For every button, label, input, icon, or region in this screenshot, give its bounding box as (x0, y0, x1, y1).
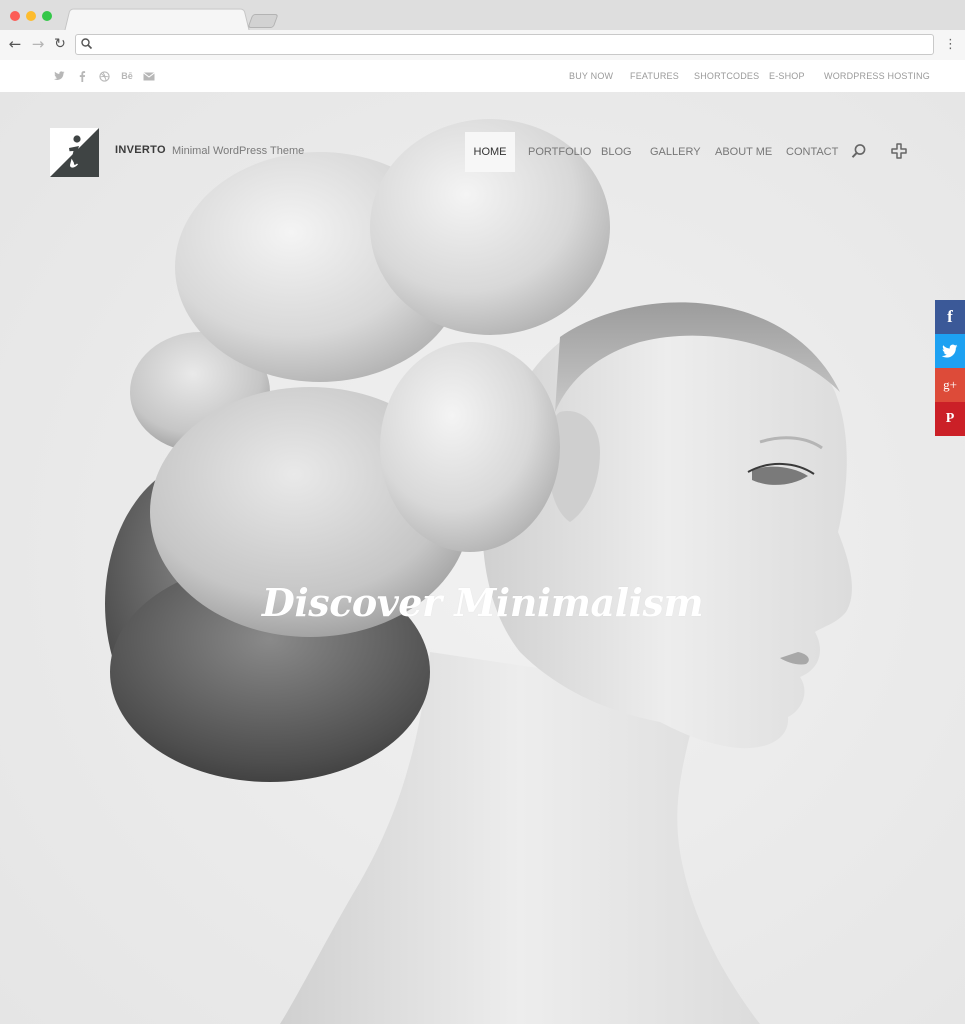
hero-image (0, 92, 965, 1024)
google-plus-icon: g+ (943, 377, 957, 392)
top-utility-bar: Bē BUY NOW FEATURES SHORTCODES E-SHOP WO… (0, 60, 965, 92)
nav-item-portfolio[interactable]: PORTFOLIO (528, 132, 591, 172)
search-icon[interactable] (850, 142, 868, 160)
hero-headline: Discover Minimalism (261, 580, 704, 625)
pinterest-icon: P (945, 411, 955, 426)
search-icon (81, 38, 93, 50)
reload-icon[interactable]: ↻ (51, 35, 69, 53)
mail-icon[interactable] (142, 60, 156, 92)
top-link-buy-now[interactable]: BUY NOW (569, 60, 613, 92)
facebook-icon: f (947, 307, 953, 326)
share-google-plus-button[interactable]: g+ (935, 368, 965, 402)
maximize-window-button[interactable] (42, 11, 52, 21)
nav-item-contact[interactable]: CONTACT (786, 132, 838, 172)
twitter-icon (941, 344, 958, 357)
share-twitter-button[interactable] (935, 334, 965, 368)
top-link-features[interactable]: FEATURES (630, 60, 679, 92)
tab-strip (0, 0, 965, 32)
site-tagline: Minimal WordPress Theme (172, 145, 305, 157)
top-link-wordpress-hosting[interactable]: WORDPRESS HOSTING (824, 60, 930, 92)
back-arrow-icon[interactable]: ← (6, 35, 24, 53)
forward-arrow-icon[interactable]: → (29, 35, 47, 53)
minimize-window-button[interactable] (26, 11, 36, 21)
new-tab-button[interactable] (247, 14, 279, 28)
top-link-shortcodes[interactable]: SHORTCODES (694, 60, 759, 92)
browser-menu-icon[interactable]: ⋮ (944, 38, 957, 52)
share-facebook-button[interactable]: f (935, 300, 965, 334)
nav-item-about-me[interactable]: ABOUT ME (715, 132, 772, 172)
twitter-icon[interactable] (52, 60, 66, 92)
close-window-button[interactable] (10, 11, 20, 21)
browser-toolbar: ← → ↻ ⋮ (0, 30, 965, 60)
dribbble-icon[interactable] (97, 60, 111, 92)
webpage: Bē BUY NOW FEATURES SHORTCODES E-SHOP WO… (0, 60, 965, 1024)
facebook-icon[interactable] (75, 60, 89, 92)
browser-tab-active[interactable] (64, 8, 250, 32)
plus-menu-icon[interactable] (890, 142, 908, 160)
site-logo[interactable] (50, 128, 99, 177)
share-pinterest-button[interactable]: P (935, 402, 965, 436)
nav-item-home[interactable]: HOME (465, 132, 515, 172)
address-bar[interactable] (75, 34, 934, 55)
browser-chrome: ← → ↻ ⋮ (0, 0, 965, 60)
address-input[interactable] (98, 36, 918, 53)
nav-item-blog[interactable]: BLOG (601, 132, 632, 172)
hero-portrait-illustration (0, 92, 965, 1024)
behance-icon[interactable]: Bē (119, 60, 135, 92)
nav-item-gallery[interactable]: GALLERY (650, 132, 701, 172)
top-link-e-shop[interactable]: E-SHOP (769, 60, 805, 92)
site-brand-name[interactable]: INVERTO (115, 144, 166, 156)
